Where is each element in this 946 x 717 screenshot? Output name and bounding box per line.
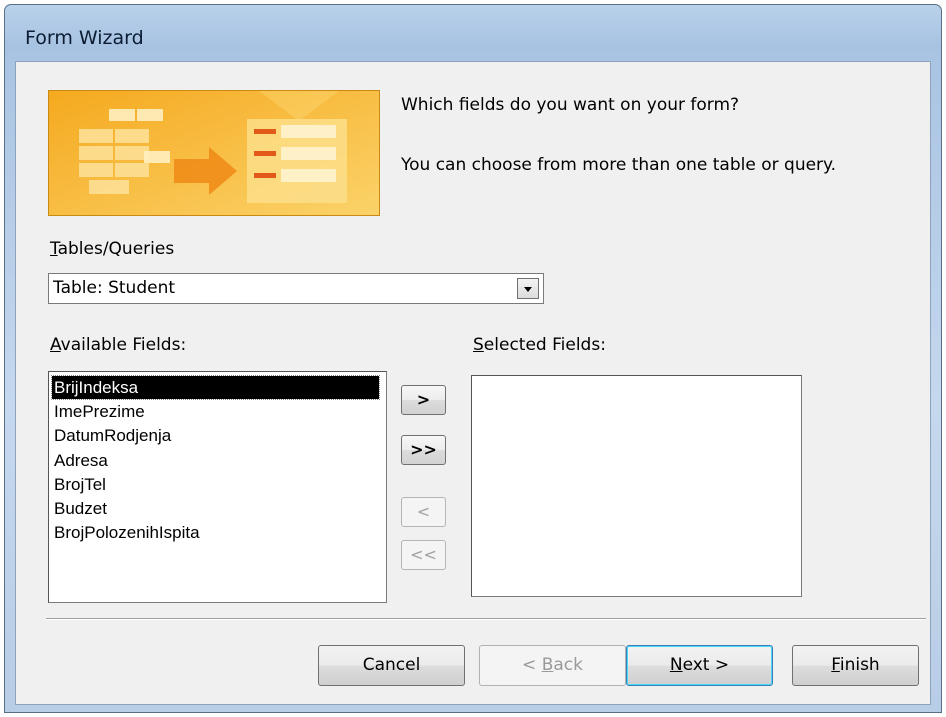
tables-queries-select[interactable]: Table: Student (48, 273, 544, 304)
next-button-mnemonic: N (669, 655, 683, 675)
back-button-mnemonic: B (541, 655, 554, 675)
list-item[interactable]: ImePrezime (52, 400, 379, 423)
available-fields-label-text: vailable Fields: (60, 335, 187, 355)
list-item[interactable]: DatumRodjenja (52, 424, 379, 447)
form-wizard-window: Form Wizard Which fields do you want on … (4, 4, 942, 713)
back-button-prefix: < (522, 655, 542, 675)
remove-field-button[interactable]: < (401, 497, 446, 527)
remove-all-fields-button[interactable]: << (401, 540, 446, 570)
tables-queries-label-text: ables/Queries (57, 239, 175, 259)
selected-fields-label: Selected Fields: (473, 335, 606, 355)
next-button-label: ext > (682, 655, 730, 675)
back-button[interactable]: < Back (479, 645, 626, 686)
window-title: Form Wizard (25, 27, 144, 49)
selected-fields-label-text: elected Fields: (483, 335, 606, 355)
footer-divider (46, 618, 926, 620)
wizard-body: Which fields do you want on your form? Y… (15, 61, 931, 705)
available-fields-mnemonic: A (50, 335, 61, 355)
available-fields-label: Available Fields: (50, 335, 186, 355)
list-item[interactable]: Budzet (52, 497, 379, 520)
wizard-question: Which fields do you want on your form? (401, 95, 740, 115)
selected-fields-list[interactable] (471, 375, 802, 597)
wizard-illustration-icon (48, 90, 380, 216)
finish-button[interactable]: Finish (792, 645, 919, 686)
selected-fields-mnemonic: S (473, 335, 484, 355)
list-item[interactable]: BrojPolozenihIspita (52, 521, 379, 544)
list-item[interactable]: BrijIndeksa (51, 375, 380, 400)
title-bar[interactable]: Form Wizard (5, 5, 941, 61)
add-all-fields-button[interactable]: >> (401, 435, 446, 465)
next-button[interactable]: Next > (626, 645, 773, 686)
finish-button-mnemonic: F (831, 655, 840, 675)
wizard-hint: You can choose from more than one table … (401, 155, 837, 175)
finish-button-label: inish (839, 655, 880, 675)
tables-queries-label: Tables/Queries (50, 239, 174, 259)
available-fields-list[interactable]: BrijIndeksa ImePrezime DatumRodjenja Adr… (48, 371, 387, 603)
tables-queries-value: Table: Student (53, 278, 176, 298)
back-button-label: ack (553, 655, 583, 675)
tables-queries-mnemonic: T (50, 239, 58, 259)
add-field-button[interactable]: > (401, 385, 446, 415)
cancel-button[interactable]: Cancel (318, 645, 465, 686)
list-item[interactable]: BrojTel (52, 473, 379, 496)
chevron-down-icon[interactable] (517, 278, 539, 299)
list-item[interactable]: Adresa (52, 449, 379, 472)
